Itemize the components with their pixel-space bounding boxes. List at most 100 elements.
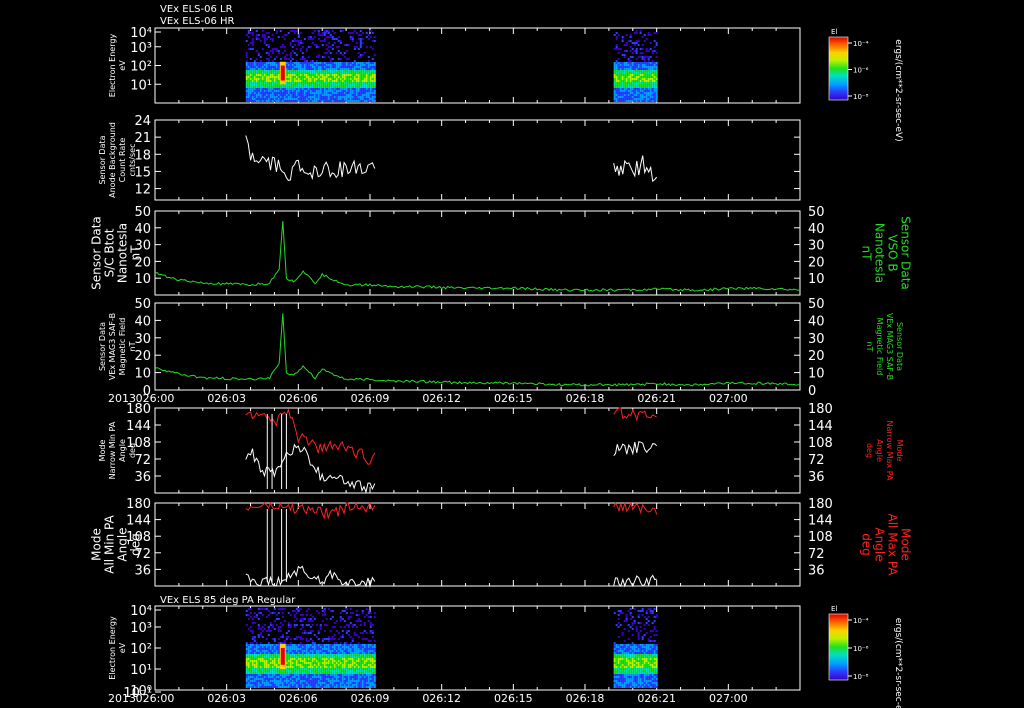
spectrogram-pixel xyxy=(253,638,256,640)
spectrogram-pixel xyxy=(293,614,296,616)
spectrogram-pixel xyxy=(345,680,348,682)
spectrogram-pixel xyxy=(263,656,266,658)
spectrogram-pixel xyxy=(359,648,362,650)
spectrogram-pixel xyxy=(321,650,324,652)
spectrogram-pixel xyxy=(345,94,348,96)
spectrogram-pixel xyxy=(313,94,316,96)
spectrogram-pixel xyxy=(635,90,638,92)
spectrogram-pixel xyxy=(245,68,248,70)
spectrogram-pixel xyxy=(353,660,356,662)
spectrogram-pixel xyxy=(267,650,270,652)
spectrogram-pixel xyxy=(293,668,296,670)
spectrogram-pixel xyxy=(359,668,362,670)
spectrogram-pixel xyxy=(321,100,324,102)
spectrogram-pixel xyxy=(273,48,276,50)
spectrogram-pixel xyxy=(275,656,278,658)
spectrogram-pixel xyxy=(267,648,270,650)
spectrogram-pixel xyxy=(335,644,338,646)
spectrogram-pixel xyxy=(261,90,264,92)
spectrogram-pixel xyxy=(653,50,656,52)
spectrogram-pixel xyxy=(247,86,250,88)
spectrogram-pixel xyxy=(651,52,654,54)
spectrogram-pixel xyxy=(653,626,656,628)
spectrogram-pixel xyxy=(623,66,626,68)
spectrogram-pixel xyxy=(333,94,336,96)
spectrogram-pixel xyxy=(305,98,308,100)
spectrogram-pixel xyxy=(283,640,286,642)
spectrogram-pixel xyxy=(655,684,658,686)
spectrogram-pixel xyxy=(371,646,374,648)
spectrogram-pixel xyxy=(255,80,258,82)
spectrogram-pixel xyxy=(331,672,334,674)
spectrogram-pixel xyxy=(369,100,372,102)
spectrogram-pixel xyxy=(331,626,334,628)
spectrogram-pixel xyxy=(639,100,642,102)
spectrogram-pixel xyxy=(295,76,298,78)
spectrogram-pixel xyxy=(335,46,338,48)
spectrogram-pixel xyxy=(339,654,342,656)
spectrogram-pixel xyxy=(299,86,302,88)
spectrogram-pixel xyxy=(303,632,306,634)
spectrogram-pixel xyxy=(309,68,312,70)
spectrogram-pixel xyxy=(621,650,624,652)
spectrogram-pixel xyxy=(639,654,642,656)
spectrogram-pixel xyxy=(247,680,250,682)
spectrogram-pixel xyxy=(613,94,616,96)
spectrogram-pixel xyxy=(355,88,358,90)
spectrogram-pixel xyxy=(341,682,344,684)
spectrogram-pixel xyxy=(323,80,326,82)
spectrogram-pixel xyxy=(637,64,640,66)
spectrogram-pixel xyxy=(269,674,272,676)
spectrogram-pixel xyxy=(325,74,328,76)
spectrogram-pixel xyxy=(305,84,308,86)
spectrogram-pixel xyxy=(373,664,376,666)
spectrogram-pixel xyxy=(627,686,630,688)
spectrogram-pixel xyxy=(631,646,634,648)
spectrogram-pixel xyxy=(625,670,628,672)
spectrogram-pixel xyxy=(359,644,362,646)
spectrogram-pixel xyxy=(269,678,272,680)
spectrogram-pixel xyxy=(261,82,264,84)
spectrogram-pixel xyxy=(625,614,628,616)
spectrogram-pixel xyxy=(281,46,284,48)
spectrogram-pixel xyxy=(363,616,366,618)
spectrogram-pixel xyxy=(645,648,648,650)
spectrogram-pixel xyxy=(273,90,276,92)
spectrogram-pixel xyxy=(287,80,290,82)
spectrogram-pixel xyxy=(371,636,374,638)
spectrogram-pixel xyxy=(291,82,294,84)
spectrogram-pixel xyxy=(275,680,278,682)
spectrogram-pixel xyxy=(617,654,620,656)
spectrogram-pixel xyxy=(645,76,648,78)
spectrogram-pixel xyxy=(297,72,300,74)
spectrogram-pixel xyxy=(619,662,622,664)
spectrogram-pixel xyxy=(295,664,298,666)
spectrogram-pixel xyxy=(361,66,364,68)
spectrogram-pixel xyxy=(619,666,622,668)
spectrogram-pixel xyxy=(269,90,272,92)
spectrogram-pixel xyxy=(639,74,642,76)
spectrogram-pixel xyxy=(653,670,656,672)
spectrogram-pixel xyxy=(303,76,306,78)
spectrogram-pixel xyxy=(339,650,342,652)
spectrogram-pixel xyxy=(369,94,372,96)
spectrogram-pixel xyxy=(647,616,650,618)
spectrogram-pixel xyxy=(629,678,632,680)
spectrogram-pixel xyxy=(247,678,250,680)
spectrogram-pixel xyxy=(295,40,298,42)
spectrogram-pixel xyxy=(259,608,262,610)
spectrogram-pixel xyxy=(285,92,288,94)
spectrogram-pixel xyxy=(317,652,320,654)
spectrogram-pixel xyxy=(293,656,296,658)
spectrogram-pixel xyxy=(297,100,300,102)
spectrogram-pixel xyxy=(267,664,270,666)
spectrogram-pixel xyxy=(319,88,322,90)
spectrogram-pixel xyxy=(263,648,266,650)
spectrogram-pixel xyxy=(317,684,320,686)
spectrogram-pixel xyxy=(625,74,628,76)
spectrogram-pixel xyxy=(355,648,358,650)
spectrogram-pixel xyxy=(651,62,654,64)
spectrogram-pixel xyxy=(615,662,618,664)
spectrogram-pixel xyxy=(297,96,300,98)
spectrogram-pixel xyxy=(267,658,270,660)
